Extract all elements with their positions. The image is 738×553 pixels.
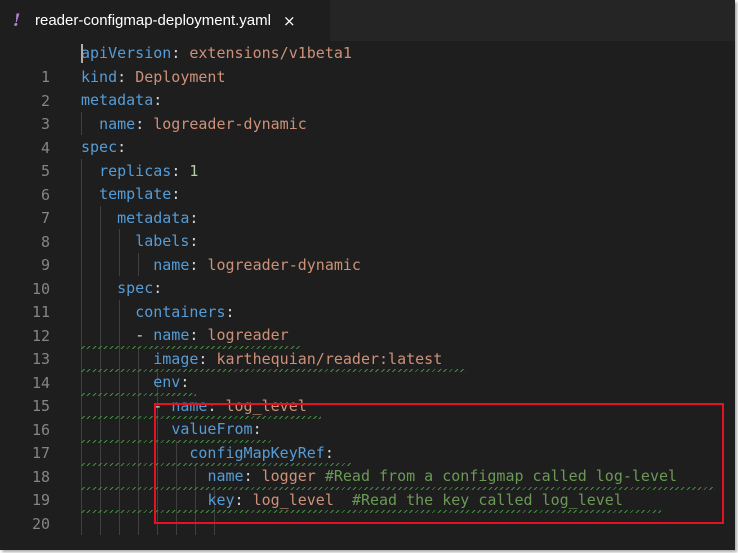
code-line: 4 name: logreader-dynamic (0, 113, 735, 157)
editor-window: ! reader-configmap-deployment.yaml × 1 a… (0, 0, 735, 550)
line-number: 20 (31, 514, 50, 533)
yaml-value: extensions/v1beta1 (189, 44, 352, 62)
yaml-file-icon: ! (13, 10, 21, 31)
code-line: 12 containers: (0, 301, 735, 345)
code-line: 15 env: (0, 371, 735, 415)
yaml-value: logreader (207, 326, 289, 344)
code-line: 10 name: logreader-dynamic (0, 254, 735, 298)
highlight-box (154, 403, 724, 524)
code-line: 8 metadata: (0, 207, 735, 251)
code-line: 6 replicas: 1 (0, 160, 735, 204)
yaml-key: image (153, 350, 199, 368)
tab-bar: ! reader-configmap-deployment.yaml × (0, 0, 735, 41)
close-icon[interactable]: × (283, 12, 296, 30)
lint-squiggle (81, 346, 301, 349)
yaml-key: spec (81, 138, 118, 156)
yaml-key: labels (135, 232, 190, 250)
yaml-key: containers (135, 303, 226, 321)
yaml-key: replicas (99, 162, 172, 180)
yaml-key: kind (81, 68, 118, 86)
code-line: 14 image: karthequian/reader:latest (0, 348, 735, 392)
yaml-key: metadata (117, 209, 190, 227)
yaml-key: name (99, 115, 136, 133)
yaml-value: 1 (189, 162, 199, 180)
code-line: 3 metadata: (0, 89, 735, 133)
code-line: 5 spec: (0, 136, 735, 180)
yaml-key: metadata (81, 91, 154, 109)
lint-squiggle (81, 369, 466, 372)
code-line: 9 labels: (0, 230, 735, 274)
code-line: 11 spec: (0, 277, 735, 321)
yaml-value: karthequian/reader:latest (216, 350, 443, 368)
yaml-key: name (153, 326, 190, 344)
tab-title: reader-configmap-deployment.yaml (35, 12, 271, 29)
code-line: 13 - name: logreader (0, 324, 735, 368)
yaml-key: spec (117, 279, 154, 297)
yaml-key: env (153, 373, 181, 391)
code-line: 2 kind: Deployment (0, 66, 735, 110)
yaml-key: template (99, 185, 172, 203)
yaml-value: logreader-dynamic (207, 256, 361, 274)
yaml-value: logreader-dynamic (153, 115, 307, 133)
code-line: 1 apiVersion: extensions/v1beta1 (0, 42, 735, 86)
lint-squiggle (81, 393, 196, 396)
yaml-key: apiVersion (81, 44, 172, 62)
yaml-value: Deployment (135, 68, 226, 86)
code-line: 7 template: (0, 183, 735, 227)
tab-reader-configmap-deployment[interactable]: ! reader-configmap-deployment.yaml × (0, 0, 330, 41)
yaml-key: name (153, 256, 190, 274)
text-cursor (81, 44, 83, 63)
